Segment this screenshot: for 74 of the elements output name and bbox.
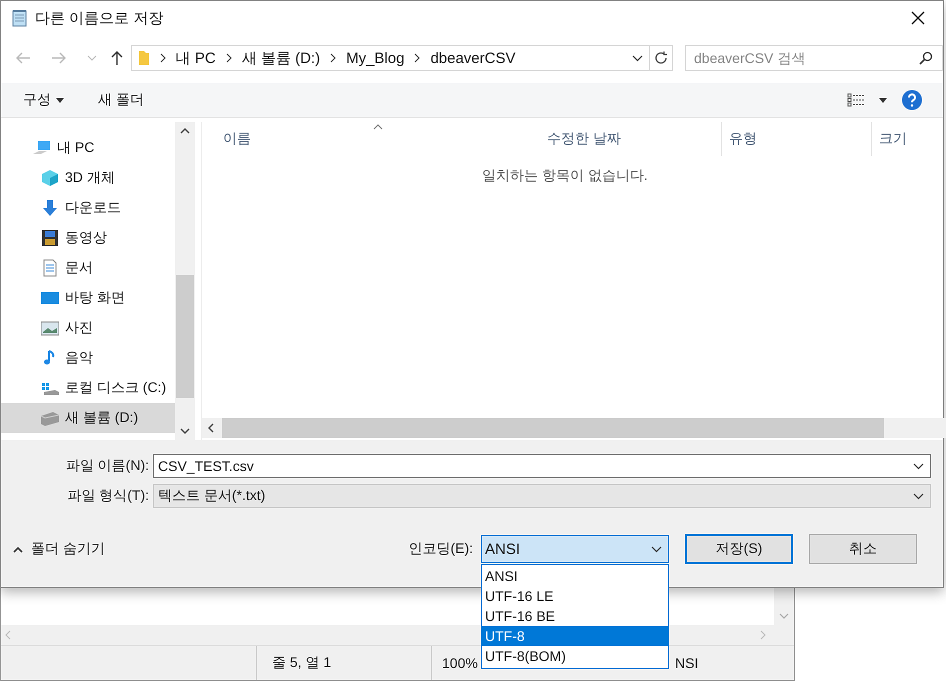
cancel-button[interactable]: 취소 [809,534,917,564]
document-icon [41,259,59,277]
file-type-dropdown[interactable]: 텍스트 문서(*.txt) [153,484,931,508]
refresh-button[interactable] [650,45,674,71]
column-header[interactable]: 유형 [722,122,872,156]
chevron-left-icon[interactable] [208,423,214,433]
chevron-right-icon[interactable] [226,53,232,63]
cube-icon [41,169,59,187]
folder-icon [138,50,150,66]
file-type-label: 파일 형식(T): [66,487,150,505]
dropdown-option[interactable]: ANSI [482,566,668,586]
chevron-down-icon[interactable] [180,428,190,434]
column-header[interactable]: 수정한 날짜 [540,122,722,156]
sidebar-item[interactable]: 로컬 디스크 (C:) [1,373,175,403]
breadcrumb[interactable]: My_Blog [346,50,404,66]
desktop-icon [41,289,59,307]
dropdown-option[interactable]: UTF-16 LE [482,586,668,606]
caret-icon [56,98,64,102]
sidebar-item[interactable]: 동영상 [1,223,175,253]
organize-menu[interactable]: 구성 [13,87,74,113]
breadcrumb[interactable]: dbeaverCSV [430,50,516,66]
search-field[interactable]: dbeaverCSV 검색 [685,45,944,71]
computer-icon [33,139,51,157]
picture-icon [41,319,59,337]
status-text: 100% [442,655,478,671]
view-options-icon[interactable] [847,93,865,107]
scrollbar[interactable] [175,122,195,440]
chevron-up-icon [13,546,23,552]
encoding-label: 인코딩(E): [408,540,473,558]
notepad-icon [11,9,29,27]
close-icon[interactable] [911,11,925,25]
file-name-field[interactable]: CSV_TEST.csv [153,454,931,478]
breadcrumb[interactable]: 새 볼륨 (D:) [242,48,320,68]
dropdown-option[interactable]: UTF-8(BOM) [482,646,668,666]
sidebar-item[interactable]: 음악 [1,343,175,373]
sidebar-item[interactable]: 문서 [1,253,175,283]
save-button[interactable]: 저장(S) [685,534,793,564]
sidebar-item[interactable]: 사진 [1,313,175,343]
chevron-right-icon[interactable] [414,53,420,63]
window-title: 다른 이름으로 저장 [35,8,164,28]
download-icon [41,199,59,217]
hide-folders-button[interactable]: 폴더 숨기기 [7,536,111,562]
chevron-down-icon[interactable] [913,462,924,470]
sidebar-item[interactable]: 바탕 화면 [1,283,175,313]
sort-caret-icon [373,124,383,130]
search-icon [919,51,934,65]
column-header[interactable]: 크기 [872,122,946,156]
status-text: 줄 5, 열 1 [272,654,332,672]
chevron-down-icon[interactable] [913,492,924,500]
sidebar-item[interactable]: 내 PC [1,133,175,163]
caret-icon[interactable] [879,98,887,102]
sidebar-item[interactable]: 다운로드 [1,193,175,223]
chevron-down-icon [651,546,662,552]
dropdown-option[interactable]: UTF-8 [482,626,668,646]
scroll-thumb[interactable] [176,275,194,398]
chevron-right-icon[interactable] [160,53,166,63]
new-folder-button[interactable]: 새 폴더 [88,87,154,113]
column-header[interactable]: 이름 [216,122,540,156]
file-name-label: 파일 이름(N): [64,457,150,475]
sidebar-item[interactable]: 3D 개체 [1,163,175,193]
dropdown-option[interactable]: UTF-16 BE [482,606,668,626]
help-icon[interactable] [901,89,923,111]
up-arrow-icon[interactable] [110,50,123,66]
chevron-right-icon[interactable] [330,53,336,63]
address-bar[interactable]: 내 PC 새 볼륨 (D:) My_Blog dbeaverCSV [130,45,650,71]
empty-message: 일치하는 항목이 없습니다. [482,167,648,185]
encoding-dropdown[interactable]: ANSI [481,535,669,563]
breadcrumb[interactable]: 내 PC [176,48,216,68]
chevron-down-icon[interactable] [632,54,644,62]
sidebar-item[interactable]: 새 볼륨 (D:) [1,403,175,433]
drive-icon [41,409,59,427]
refresh-icon [654,51,668,65]
chevron-up-icon[interactable] [180,128,190,134]
status-text: NSI [675,655,698,671]
